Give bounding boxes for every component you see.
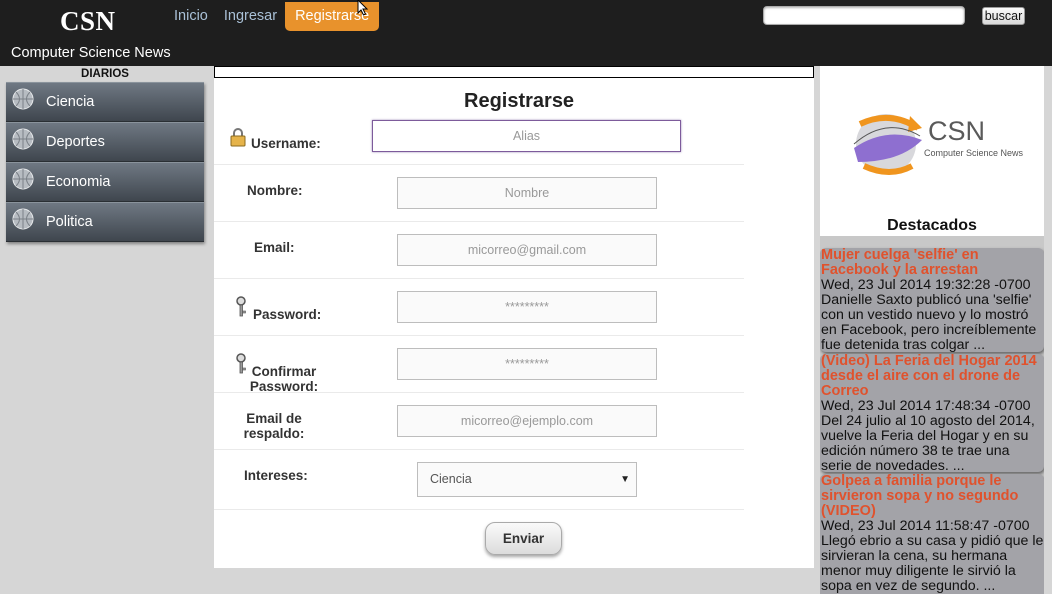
backup-email-label: Email de respaldo: — [242, 411, 306, 441]
globe-icon — [12, 208, 34, 230]
news-item[interactable]: Golpea a familia porque le sirvieron sop… — [820, 474, 1044, 594]
nombre-input[interactable]: Nombre — [397, 177, 657, 209]
featured-news-list: Mujer cuelga 'selfie' en Facebook y la a… — [820, 236, 1044, 594]
news-item[interactable]: Mujer cuelga 'selfie' en Facebook y la a… — [820, 248, 1044, 352]
right-sidebar: CSN Computer Science News Destacados Muj… — [820, 66, 1044, 594]
news-title[interactable]: (Video) La Feria del Hogar 2014 desde el… — [821, 354, 1044, 399]
panel-top-bar — [214, 66, 814, 78]
news-summary: Danielle Saxto publicó una 'selfie' con … — [821, 292, 1037, 353]
page-title: Registrarse — [464, 90, 575, 112]
username-label: Username: — [251, 136, 321, 151]
nav-inicio[interactable]: Inicio — [166, 2, 216, 31]
dropdown-arrow-icon: ▼ — [620, 474, 630, 485]
lock-icon — [230, 128, 246, 147]
news-item[interactable]: (Video) La Feria del Hogar 2014 desde el… — [820, 354, 1044, 472]
sidebar-menu: Ciencia Deportes Economia Politica — [6, 82, 204, 242]
sidebar-item-label: Ciencia — [46, 94, 95, 110]
nombre-label: Nombre: — [247, 183, 303, 198]
news-title[interactable]: Golpea a familia porque le sirvieron sop… — [821, 474, 1044, 519]
sidebar-item-economia[interactable]: Economia — [6, 162, 204, 202]
top-header: CSN Computer Science News Inicio Ingresa… — [0, 0, 1052, 66]
key-icon — [236, 296, 246, 317]
backup-email-label-line2: respaldo: — [243, 426, 305, 441]
news-date: Wed, 23 Jul 2014 19:32:28 -0700 — [821, 277, 1031, 293]
csn-brand-logo: CSN Computer Science News — [850, 106, 1025, 186]
sidebar-item-deportes[interactable]: Deportes — [6, 122, 204, 162]
divider — [214, 164, 744, 165]
submit-button[interactable]: Enviar — [485, 522, 562, 555]
intereses-selected-value: Ciencia — [430, 472, 472, 486]
confirm-password-label-line1: Confirmar — [251, 364, 317, 379]
email-input[interactable]: micorreo@gmail.com — [397, 234, 657, 266]
divider — [214, 335, 744, 336]
confirm-password-label: Confirmar Password: — [242, 364, 326, 394]
globe-icon — [12, 168, 34, 190]
backup-email-label-line1: Email de — [246, 411, 302, 426]
news-summary: Llegó ebrio a su casa y pidió que le sir… — [821, 533, 1044, 594]
divider — [214, 278, 744, 279]
password-label: Password: — [253, 307, 322, 322]
email-label: Email: — [254, 240, 295, 255]
mouse-cursor-icon — [357, 0, 369, 16]
news-date: Wed, 23 Jul 2014 17:48:34 -0700 — [821, 398, 1031, 414]
nav-ingresar[interactable]: Ingresar — [216, 2, 285, 31]
divider — [214, 509, 744, 510]
username-input[interactable]: Alias — [372, 120, 681, 152]
featured-heading: Destacados — [887, 217, 977, 234]
brand-subtitle: Computer Science News — [924, 148, 1024, 158]
password-input[interactable]: ********* — [397, 291, 657, 323]
sidebar-item-label: Politica — [46, 214, 93, 230]
brand-name: CSN — [928, 116, 986, 146]
sidebar-item-ciencia[interactable]: Ciencia — [6, 82, 204, 122]
news-summary: Del 24 julio al 10 agosto del 2014, vuel… — [821, 413, 1035, 473]
sidebar-item-label: Deportes — [46, 134, 105, 150]
sidebar-item-label: Economia — [46, 174, 111, 190]
site-tagline: Computer Science News — [11, 45, 171, 61]
site-logo[interactable]: CSN — [60, 6, 116, 37]
sidebar-item-politica[interactable]: Politica — [6, 202, 204, 242]
sidebar-title: DIARIOS — [81, 68, 129, 80]
intereses-select[interactable]: Ciencia ▼ — [417, 462, 637, 497]
backup-email-input[interactable]: micorreo@ejemplo.com — [397, 405, 657, 437]
confirm-password-input[interactable]: ********* — [397, 348, 657, 380]
divider — [214, 449, 744, 450]
main-nav: Inicio Ingresar Registrarse — [166, 2, 380, 31]
search-input[interactable] — [763, 6, 965, 25]
divider — [214, 392, 744, 393]
globe-icon — [12, 128, 34, 150]
divider — [214, 221, 744, 222]
news-date: Wed, 23 Jul 2014 11:58:47 -0700 — [821, 518, 1030, 534]
intereses-label: Intereses: — [244, 468, 308, 483]
search-button[interactable]: buscar — [982, 7, 1025, 25]
registration-panel: Registrarse Username: Alias Nombre: Nomb… — [214, 66, 814, 568]
globe-icon — [12, 88, 34, 110]
news-title[interactable]: Mujer cuelga 'selfie' en Facebook y la a… — [821, 248, 1044, 278]
